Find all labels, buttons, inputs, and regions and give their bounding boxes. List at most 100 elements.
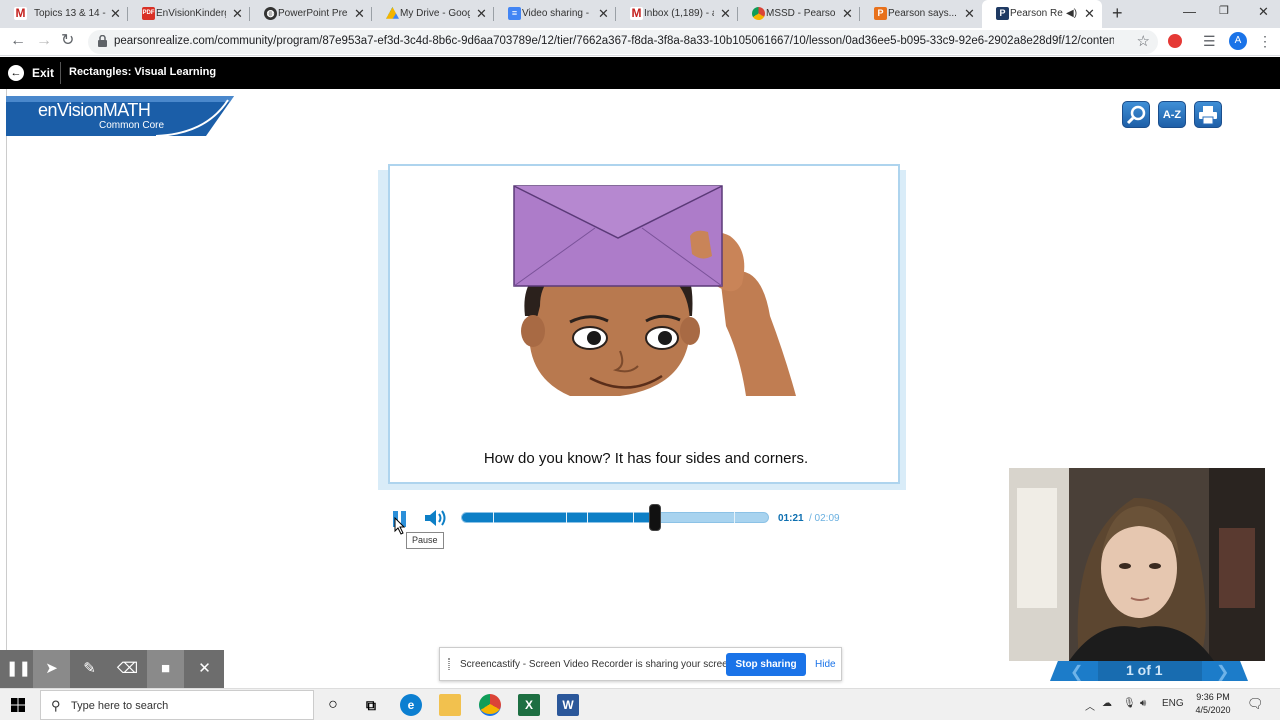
boy-holding-envelope-illustration [513,185,796,396]
windows-start-icon[interactable] [11,698,25,712]
chapter-mark [633,512,635,523]
seek-bar[interactable] [461,512,769,523]
slide-caption: How do you know? It has four sides and c… [483,450,809,467]
close-tab-icon[interactable]: ✕ [476,6,487,22]
exit-button[interactable]: ← Exit [8,64,54,82]
screen-sharing-notice: Screencastify - Screen Video Recorder is… [439,647,842,681]
browser-tab[interactable]: ◍ PowerPoint Prese ✕ [250,0,372,28]
seek-bar-progress [462,513,655,522]
lesson-header: ← Exit Rectangles: Visual Learning [0,57,1280,89]
slide-pager: ❮ 1 of 1 ❯ [1050,661,1248,681]
a-z-glossary-icon[interactable]: A-Z [1158,101,1186,128]
url-text: pearsonrealize.com/community/program/87e… [114,35,1114,47]
notifications-icon[interactable]: 🗨︎ [1247,696,1264,712]
close-tab-icon[interactable]: ✕ [598,6,609,22]
docs-icon: ≡ [508,7,521,20]
seek-handle[interactable] [649,504,662,531]
word-icon[interactable]: W [557,694,579,716]
pdf-icon: PDF [142,7,155,20]
chapter-mark [492,512,494,523]
browser-tab[interactable]: P Pearson says... ✕ [860,0,982,28]
volume-icon[interactable] [423,507,449,529]
drag-handle[interactable] [448,658,450,670]
gmail-icon: M [630,6,643,20]
chapter-mark [566,512,568,523]
tab-audio-icon[interactable]: ◀) [1066,8,1077,19]
browser-menu-icon[interactable]: ⋮ [1258,33,1272,49]
forward-icon[interactable]: → [36,33,52,49]
close-tab-icon[interactable]: ✕ [964,6,975,22]
browser-tab[interactable]: M Inbox (1,189) - a ✕ [616,0,738,28]
browser-tab-active[interactable]: P Pearson Re ◀) ✕ [982,0,1102,28]
browser-tab[interactable]: My Drive - Goog ✕ [372,0,494,28]
file-explorer-icon[interactable] [439,694,461,716]
address-bar[interactable]: pearsonrealize.com/community/program/87e… [88,30,1158,54]
close-tab-icon[interactable]: ✕ [1084,6,1095,22]
microphone-icon[interactable]: 🎙︎ [1123,698,1136,709]
window-close-icon[interactable]: ✕ [1258,4,1269,20]
sharing-message: Screencastify - Screen Video Recorder is… [460,659,737,670]
windows-taskbar: ⚲ Type here to search ○ ⧉ e X W ︿ ☁ 🎙︎ 🔊… [0,688,1280,720]
lesson-title: Rectangles: Visual Learning [69,66,217,78]
chrome-icon [752,7,765,20]
total-time: / 02:09 [809,513,840,524]
close-tab-icon[interactable]: ✕ [354,6,365,22]
eraser-tool-icon[interactable]: ⌫ [109,650,146,688]
reading-list-icon[interactable]: ☰ [1203,33,1216,49]
mouse-cursor-icon [394,517,406,535]
chapter-mark [587,512,589,523]
close-tab-icon[interactable]: ✕ [232,6,243,22]
browser-tab[interactable]: M Topics 13 & 14 - ✕ [0,0,128,28]
drive-icon [386,7,399,19]
print-icon[interactable] [1194,101,1222,128]
stop-sharing-button[interactable]: Stop sharing [726,653,806,676]
pause-recording-icon[interactable]: ❚❚ [0,650,37,688]
chapter-mark [734,512,736,523]
lesson-slide: How do you know? It has four sides and c… [388,164,900,484]
restore-icon[interactable]: ❐ [1219,4,1229,17]
camera-toggle-icon[interactable]: ■ [147,650,184,688]
close-tab-icon[interactable]: ✕ [842,6,853,22]
previous-slide-icon[interactable]: ❮ [1070,662,1083,681]
globe-icon: ◍ [264,7,277,20]
close-toolbar-icon[interactable]: ✕ [186,650,223,688]
screencastify-extension-icon[interactable] [1168,34,1182,48]
new-tab-icon[interactable]: + [1112,3,1123,24]
excel-icon[interactable]: X [518,694,540,716]
lock-icon [98,35,107,47]
hide-button[interactable]: Hide [815,659,836,670]
current-time: 01:21 [778,513,804,524]
taskbar-search-input[interactable]: ⚲ Type here to search [40,690,314,720]
back-icon[interactable]: ← [10,33,26,49]
pearson-p-icon: P [874,7,887,20]
next-slide-icon[interactable]: ❯ [1216,662,1229,681]
close-tab-icon[interactable]: ✕ [720,6,731,22]
browser-tab[interactable]: MSSD - Pearson ✕ [738,0,860,28]
cloud-icon[interactable]: ☁ [1102,698,1112,709]
chrome-icon[interactable] [479,694,501,716]
edge-icon[interactable]: e [400,694,422,716]
pen-tool-icon[interactable]: ✎ [71,650,108,688]
cursor-tool-icon[interactable]: ➤ [33,650,70,688]
bookmark-star-icon[interactable]: ☆ [1137,32,1150,50]
reload-icon[interactable]: ↻ [61,33,74,49]
show-hidden-icons[interactable]: ︿ [1085,698,1095,713]
task-view-icon[interactable]: ⧉ [360,694,382,716]
webcam-overlay [1009,468,1265,661]
envisionmath-logo: enVisionMATH Common Core [6,96,234,136]
browser-toolbar: ← → ↻ pearsonrealize.com/community/progr… [0,28,1280,56]
speaker-icon[interactable]: 🔊︎ [1140,698,1146,709]
browser-tab[interactable]: ≡ Video sharing - ✕ [494,0,616,28]
minimize-icon[interactable]: — [1183,4,1196,19]
language-indicator[interactable]: ENG [1162,698,1184,709]
browser-tab[interactable]: PDF EnVisionKinderg ✕ [128,0,250,28]
page-indicator: 1 of 1 [1126,662,1163,678]
back-arrow-icon: ← [8,65,24,81]
gmail-icon: M [14,6,27,20]
cortana-icon[interactable]: ○ [322,694,344,716]
glossary-search-icon[interactable] [1122,101,1150,128]
close-tab-icon[interactable]: ✕ [110,6,121,22]
browser-tab-strip: M Topics 13 & 14 - ✕ PDF EnVisionKinderg… [0,0,1280,28]
profile-avatar[interactable]: A [1229,32,1247,50]
system-clock[interactable]: 9:36 PM 4/5/2020 [1192,691,1234,717]
